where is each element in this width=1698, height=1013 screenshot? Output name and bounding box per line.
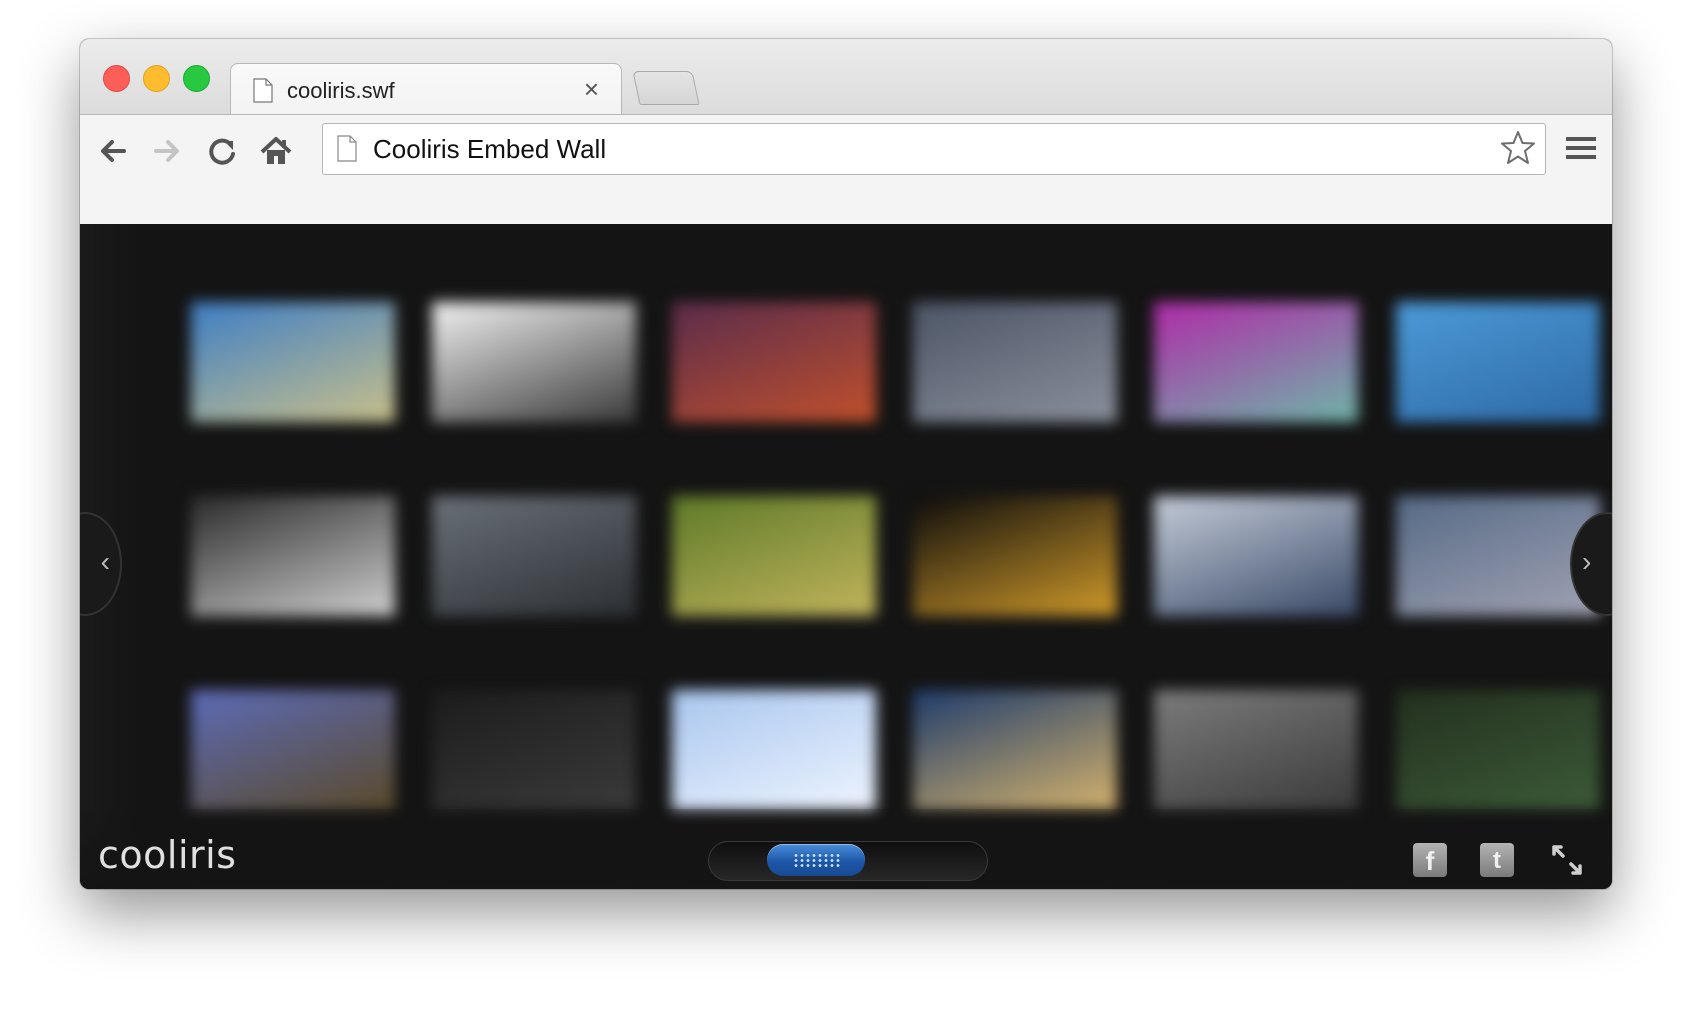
wall-footer: cooliris f t [80, 809, 1612, 889]
close-window-button[interactable] [103, 65, 130, 92]
wall-thumbnail[interactable] [913, 690, 1117, 810]
facebook-icon[interactable]: f [1413, 843, 1447, 877]
wall-thumbnail[interactable] [432, 302, 636, 422]
forward-icon[interactable] [146, 131, 186, 171]
maximize-window-button[interactable] [183, 65, 210, 92]
wall-thumbnail[interactable] [1396, 690, 1600, 810]
wall-thumbnail[interactable] [191, 496, 395, 616]
tab-title: cooliris.swf [287, 78, 395, 103]
browser-toolbar: Cooliris Embed Wall [80, 114, 1612, 225]
wall-thumbnail[interactable] [1154, 302, 1358, 422]
fullscreen-icon[interactable] [1550, 843, 1584, 877]
wall-thumbnail[interactable] [913, 302, 1117, 422]
wall-thumbnail[interactable] [1154, 690, 1358, 810]
page-icon [337, 135, 357, 162]
browser-window: cooliris.swf × Cooliris Embed Wall ‹ › c… [80, 39, 1612, 889]
tab-bar: cooliris.swf × [80, 39, 1612, 116]
wall-thumbnail[interactable] [672, 302, 876, 422]
menu-icon[interactable] [1566, 135, 1596, 161]
wall-thumbnail[interactable] [191, 302, 395, 422]
wall-thumbnail[interactable] [432, 496, 636, 616]
twitter-icon[interactable]: t [1480, 843, 1514, 877]
page-icon [253, 78, 273, 103]
cooliris-wall: ‹ › cooliris f t [80, 224, 1612, 889]
wall-thumbnail[interactable] [672, 496, 876, 616]
tab-close-icon[interactable]: × [584, 74, 599, 104]
scrollbar-thumb[interactable] [767, 844, 865, 876]
wall-thumbnail[interactable] [191, 690, 395, 810]
wall-scrollbar[interactable] [708, 841, 988, 881]
wall-thumbnail[interactable] [1154, 496, 1358, 616]
back-icon[interactable] [94, 131, 134, 171]
minimize-window-button[interactable] [143, 65, 170, 92]
bookmark-star-icon[interactable] [1499, 129, 1537, 167]
cooliris-logo: cooliris [98, 833, 237, 877]
wall-thumbnail[interactable] [1396, 302, 1600, 422]
address-bar-text[interactable]: Cooliris Embed Wall [373, 134, 606, 165]
grip-icon [793, 853, 841, 867]
tab-active[interactable]: cooliris.swf × [230, 63, 622, 116]
new-tab-button[interactable] [632, 71, 700, 105]
wall-thumbnail[interactable] [672, 690, 876, 810]
wall-thumbnail[interactable] [913, 496, 1117, 616]
address-bar[interactable]: Cooliris Embed Wall [322, 123, 1546, 175]
wall-thumbnail[interactable] [432, 690, 636, 810]
home-icon[interactable] [256, 131, 296, 171]
reload-icon[interactable] [202, 131, 242, 171]
